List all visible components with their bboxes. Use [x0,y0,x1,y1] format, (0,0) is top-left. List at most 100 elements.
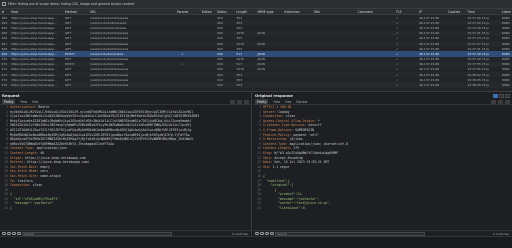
tab-pretty[interactable]: Pretty [2,99,16,104]
table-cell: 304 [217,83,223,88]
settings-icon[interactable] [7,231,11,236]
back-icon[interactable] [265,231,269,236]
table-cell: 8080 [501,62,510,67]
help-icon[interactable] [255,231,259,236]
table-cell: JSON [257,62,265,67]
layout-split-icon[interactable] [493,93,498,98]
forward-icon[interactable] [270,231,274,236]
table-cell: 15:37:39 15 Ju [467,51,490,56]
column-header[interactable]: Edited [196,10,215,14]
table-cell: https://juice-shop.herokuapp... [11,25,58,30]
table-cell: 304 [217,77,223,82]
column-header[interactable]: Params [167,10,196,14]
table-cell: ✓ [396,25,399,30]
menu-icon[interactable] [244,99,249,104]
column-header[interactable]: Extension [283,10,312,14]
table-row[interactable]: 265 https://juice-shop.herokuapp... GET/re… [0,30,512,36]
table-cell: https://juice-shop.herokuapp... [11,36,58,41]
column-header[interactable]: Title [312,10,356,14]
table-row[interactable]: 267 https://juice-shop.herokuapp... GET/re… [0,40,512,47]
header-key: X-Frame-Options: [263,127,294,132]
request-editor[interactable]: 1 Authorization: Bearer 2 eyJ0eXAiOiJKV1QiL… [0,105,251,211]
filter-bar[interactable]: Filter: Hiding out of scope items; hidin… [0,0,512,9]
table-row[interactable]: 270 https://juice-shop.herokuapp... GET/re… [0,57,512,62]
table-cell: https://juice-shop.herokuapp... [11,51,58,56]
response-title-text: Original response [255,93,293,98]
header-key: Content-Length: [263,146,292,151]
header-value: W/"b3-a2uTCu9gOBm7tClGmhiwLdg6OMM" [272,150,339,155]
header-value: close [283,114,296,119]
table-cell: 269 [1,51,8,56]
response-search-input[interactable]: Search [275,231,425,236]
column-header[interactable]: Method [64,10,89,14]
header-value: "likesCount":0, [263,206,307,211]
table-cell: JSON [257,57,265,62]
column-header[interactable]: Cookies [447,10,466,14]
response-view-controls [491,99,512,104]
table-cell: 46.137.15.86 [419,67,440,72]
code-line: 23} [1,206,251,211]
table-cell: 15:37:27 15 Ju [467,41,490,46]
table-cell: /rest/products/reviews [90,62,124,67]
request-search-input[interactable]: Search [22,231,172,236]
table-row[interactable]: 272 https://juice-shop.herokuapp... GET/re… [0,67,512,72]
column-header[interactable]: IP [418,10,447,14]
http-history-table[interactable]: # Host Method URL Params Edited Status Length MI… [0,9,512,91]
tab-hex[interactable]: Hex [285,100,291,104]
column-header[interactable]: MIME type [256,10,283,14]
column-header[interactable]: Host [10,10,64,14]
table-cell: 353 [236,15,243,20]
layout-vertical-icon[interactable] [505,93,510,98]
pretty-print-toggle[interactable] [230,99,235,104]
table-cell: 268 [1,46,8,51]
column-header[interactable]: Listen [500,10,512,14]
header-key: Sec-Fetch-Site: [10,173,39,178]
column-header[interactable]: Comment [356,10,394,14]
header-value: My0xMS0xNCAxNzo0MDoxNy45MjIgKzAwOjAwIiwi… [10,132,190,137]
back-icon[interactable] [12,231,16,236]
tab-render[interactable]: Render [296,100,307,104]
table-cell: GET [65,25,72,30]
forward-icon[interactable] [17,231,21,236]
table-row[interactable]: 269 https://juice-shop.herokuapp... PATCH /… [0,51,512,57]
layout-horizontal-icon[interactable] [499,93,504,98]
table-cell: GET [65,72,72,77]
table-cell: 304 [217,36,223,41]
column-header[interactable]: Time [466,10,501,14]
tab-raw[interactable]: Raw [273,100,280,104]
header-value: SW1hZ2UiOiIvYXNzZXRzL3B1YmxpYy9pbWFnZXMv… [10,123,192,128]
help-icon[interactable] [2,231,6,236]
tab-pretty[interactable]: Pretty [255,99,269,104]
table-cell: ✓ [396,57,399,62]
table-row[interactable]: 271 https://juice-shop.herokuapp... PATCH /… [0,61,512,67]
column-header[interactable]: Length [235,10,256,14]
column-header[interactable]: URL [89,10,168,14]
column-header[interactable]: # [0,10,10,14]
table-cell: ✓ [396,36,399,41]
header-key: Connection: [10,183,31,188]
table-cell: GET [65,46,72,51]
column-header[interactable]: TLS [395,10,418,14]
table-cell: 8080 [501,31,510,36]
pretty-print-toggle[interactable] [491,99,496,104]
table-row[interactable]: 275 https://juice-shop.herokuapp... GET/re… [0,82,512,88]
response-editor[interactable]: 1 HTTP/1.1 200 OK 2 Server: Cowboy 3 Connecti… [253,105,512,211]
table-cell: 15:38:05 15 Ju [467,77,490,82]
table-cell: ✓ [396,83,399,88]
tab-hex[interactable]: Hex [32,100,38,104]
newline-toggle[interactable] [237,99,242,104]
tab-raw[interactable]: Raw [20,100,27,104]
table-cell: https://juice-shop.herokuapp... [11,41,58,46]
settings-icon[interactable] [260,231,264,236]
header-value: "message":"yoofactor" [10,201,54,206]
table-cell: 46.137.15.86 [419,51,440,56]
header-key: Feature-Policy: [263,132,292,137]
table-cell: JSON [257,31,265,36]
table-cell: https://juice-shop.herokuapp... [11,15,58,20]
header-value: * [315,118,320,123]
column-header[interactable]: Status [216,10,235,14]
menu-icon[interactable] [505,99,510,104]
header-value: "modified":{ [263,178,290,183]
newline-toggle[interactable] [498,99,503,104]
header-value: dGl2ZSI6dHJ1ZSwiY3JlYXRlZEF0IjoiMjAyMy0x… [10,127,192,132]
